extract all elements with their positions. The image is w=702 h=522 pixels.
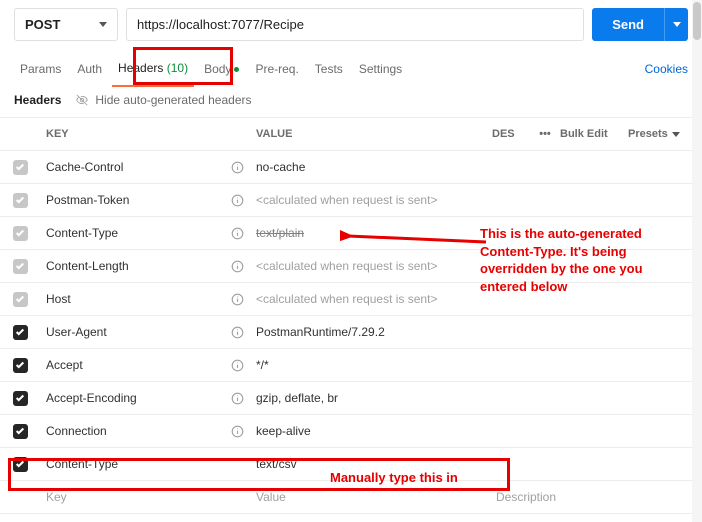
header-enabled-checkbox[interactable]	[13, 358, 28, 373]
header-enabled-checkbox[interactable]	[13, 259, 28, 274]
header-enabled-checkbox[interactable]	[13, 193, 28, 208]
header-value-cell[interactable]: gzip, deflate, br	[250, 384, 490, 412]
header-key-cell[interactable]: Postman-Token	[40, 186, 250, 214]
chevron-down-icon	[673, 22, 681, 27]
info-icon[interactable]	[230, 193, 244, 207]
headers-label: Headers	[14, 93, 61, 107]
header-value-cell[interactable]: PostmanRuntime/7.29.2	[250, 318, 490, 346]
info-icon[interactable]	[230, 226, 244, 240]
table-row: Accept*/*	[0, 349, 702, 382]
tab-headers-count: (10)	[167, 61, 188, 75]
header-value-cell[interactable]: <calculated when request is sent>	[250, 252, 490, 280]
chevron-down-icon	[99, 22, 107, 27]
header-enabled-checkbox[interactable]	[13, 457, 28, 472]
placeholder-desc[interactable]: Description	[490, 483, 702, 511]
header-key-cell[interactable]: Connection	[40, 417, 250, 445]
header-value-cell[interactable]: no-cache	[250, 153, 490, 181]
header-key-cell[interactable]: Content-Length	[40, 252, 250, 280]
header-key-cell[interactable]: Content-Type	[40, 450, 250, 478]
tab-headers-label: Headers	[118, 61, 163, 75]
table-row: Cache-Controlno-cache	[0, 151, 702, 184]
header-enabled-checkbox[interactable]	[13, 160, 28, 175]
header-value-cell[interactable]: */*	[250, 351, 490, 379]
info-icon[interactable]	[230, 325, 244, 339]
presets-dropdown[interactable]: Presets	[628, 128, 702, 140]
tab-settings[interactable]: Settings	[353, 58, 408, 86]
url-input[interactable]	[126, 8, 584, 41]
header-enabled-checkbox[interactable]	[13, 391, 28, 406]
method-select[interactable]: POST	[14, 8, 118, 41]
tab-body[interactable]: Body	[198, 58, 245, 86]
request-tabs: Params Auth Headers (10) Body Pre-req. T…	[0, 47, 702, 87]
col-value: VALUE	[250, 121, 490, 147]
header-value-cell[interactable]: <calculated when request is sent>	[250, 186, 490, 214]
header-key-cell[interactable]: Host	[40, 285, 250, 313]
method-value: POST	[25, 17, 60, 32]
col-key: KEY	[40, 121, 250, 147]
send-dropdown[interactable]	[664, 8, 688, 41]
new-header-row[interactable]: Key Value Description	[0, 481, 702, 514]
header-enabled-checkbox[interactable]	[13, 325, 28, 340]
tab-auth[interactable]: Auth	[71, 58, 108, 86]
table-row: User-AgentPostmanRuntime/7.29.2	[0, 316, 702, 349]
info-icon[interactable]	[230, 391, 244, 405]
tab-params[interactable]: Params	[14, 58, 67, 86]
hide-auto-label: Hide auto-generated headers	[95, 93, 251, 107]
header-key-cell[interactable]: Content-Type	[40, 219, 250, 247]
table-row: Connectionkeep-alive	[0, 415, 702, 448]
send-button[interactable]: Send	[592, 8, 664, 41]
header-value-cell[interactable]: text/csv	[250, 450, 490, 478]
more-columns-icon[interactable]: •••	[530, 128, 560, 140]
placeholder-key[interactable]: Key	[40, 483, 250, 511]
eye-off-icon	[75, 93, 89, 107]
chevron-down-icon	[672, 132, 680, 137]
info-icon[interactable]	[230, 358, 244, 372]
headers-subbar: Headers Hide auto-generated headers	[0, 87, 702, 117]
header-value-cell[interactable]: keep-alive	[250, 417, 490, 445]
table-row: Host<calculated when request is sent>	[0, 283, 702, 316]
table-row: Content-Typetext/csv	[0, 448, 702, 481]
scrollbar-thumb[interactable]	[693, 2, 701, 40]
table-header-row: KEY VALUE DES ••• Bulk Edit Presets	[0, 118, 702, 151]
presets-label: Presets	[628, 128, 668, 140]
tab-prereq[interactable]: Pre-req.	[249, 58, 304, 86]
info-icon[interactable]	[230, 424, 244, 438]
table-row: Postman-Token<calculated when request is…	[0, 184, 702, 217]
hide-auto-generated-toggle[interactable]: Hide auto-generated headers	[75, 93, 251, 107]
header-enabled-checkbox[interactable]	[13, 424, 28, 439]
tab-body-label: Body	[204, 62, 231, 76]
header-key-cell[interactable]: User-Agent	[40, 318, 250, 346]
placeholder-value[interactable]: Value	[250, 483, 490, 511]
send-button-group: Send	[592, 8, 688, 41]
table-row: Content-Typetext/plain	[0, 217, 702, 250]
tab-headers[interactable]: Headers (10)	[112, 57, 194, 87]
info-icon[interactable]	[230, 160, 244, 174]
col-desc: DES	[490, 121, 530, 147]
tab-tests[interactable]: Tests	[309, 58, 349, 86]
headers-table: KEY VALUE DES ••• Bulk Edit Presets Cach…	[0, 117, 702, 514]
header-key-cell[interactable]: Accept-Encoding	[40, 384, 250, 412]
request-bar: POST Send	[0, 0, 702, 47]
dot-indicator-icon	[234, 67, 239, 72]
info-icon[interactable]	[230, 259, 244, 273]
header-enabled-checkbox[interactable]	[13, 226, 28, 241]
header-enabled-checkbox[interactable]	[13, 292, 28, 307]
bulk-edit-link[interactable]: Bulk Edit	[560, 128, 628, 140]
header-value-cell[interactable]: text/plain	[250, 219, 490, 247]
cookies-link[interactable]: Cookies	[645, 58, 688, 86]
header-key-cell[interactable]: Accept	[40, 351, 250, 379]
header-value-cell[interactable]: <calculated when request is sent>	[250, 285, 490, 313]
table-row: Content-Length<calculated when request i…	[0, 250, 702, 283]
table-row: Accept-Encodinggzip, deflate, br	[0, 382, 702, 415]
header-key-cell[interactable]: Cache-Control	[40, 153, 250, 181]
info-icon[interactable]	[230, 292, 244, 306]
